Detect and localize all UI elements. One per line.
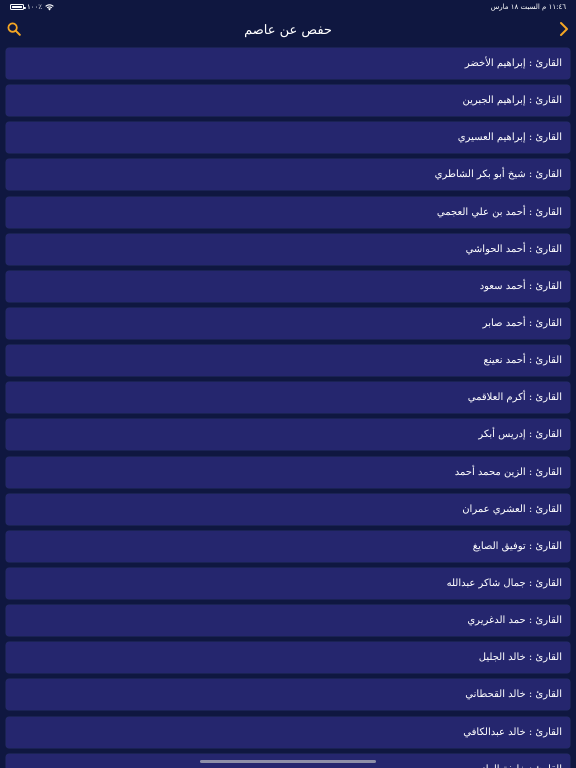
- back-button[interactable]: [556, 20, 572, 38]
- list-item-label: القارئ : أحمد بن علي العجمي: [436, 206, 562, 218]
- list-item[interactable]: القارئ : أحمد سعود: [6, 270, 570, 302]
- list-item-label: القارئ : إدريس أبكر: [478, 429, 562, 441]
- home-indicator[interactable]: [200, 760, 376, 763]
- list-item[interactable]: القارئ : الزين محمد أحمد: [6, 456, 570, 488]
- list-item-label: القارئ : أحمد الحواشي: [465, 243, 562, 255]
- list-item[interactable]: القارئ : أحمد نعينع: [6, 345, 570, 377]
- list-item-label: القارئ : إبراهيم الأخضر: [464, 58, 562, 69]
- battery-percent: ١٠٠٪: [27, 3, 43, 11]
- list-item[interactable]: القارئ : خالد عبدالكافي: [6, 716, 570, 748]
- battery-icon: [10, 4, 26, 10]
- list-item-label: القارئ : خالد عبدالكافي: [463, 726, 562, 738]
- list-item[interactable]: القارئ : توفيق الصايغ: [6, 530, 570, 562]
- status-bar: ١٠٠٪ ١١:٤٦ م السبت ١٨ مارس: [0, 0, 576, 14]
- list-item[interactable]: القارئ : خالد الجليل: [6, 642, 570, 674]
- wifi-icon: [45, 3, 54, 10]
- list-item-label: القارئ : أحمد صابر: [482, 317, 562, 329]
- battery-fill: [12, 6, 22, 8]
- list-item[interactable]: القارئ : خالد القحطاني: [6, 679, 570, 711]
- list-item-label: القارئ : خالد الجليل: [478, 652, 562, 664]
- list-item-label: القارئ : إبراهيم العسيري: [457, 132, 562, 144]
- list-item[interactable]: القارئ : إدريس أبكر: [6, 419, 570, 451]
- search-button[interactable]: [6, 21, 22, 37]
- list-item-label: القارئ : أحمد سعود: [479, 280, 562, 292]
- list-item[interactable]: القارئ : أحمد الحواشي: [6, 233, 570, 265]
- list-item[interactable]: القارئ : إبراهيم الأخضر: [6, 48, 570, 79]
- list-item[interactable]: القارئ : إبراهيم الجبرين: [6, 85, 570, 117]
- list-item[interactable]: القارئ : إبراهيم العسيري: [6, 122, 570, 154]
- list-item-label: القارئ : الزين محمد أحمد: [454, 466, 562, 478]
- list-item[interactable]: القارئ : أكرم العلاقمي: [6, 382, 570, 414]
- list-item-label: القارئ : جمال شاكر عبدالله: [446, 577, 562, 589]
- list-item-label: القارئ : العشري عمران: [462, 503, 562, 515]
- list-item-label: القارئ : إبراهيم الجبرين: [462, 95, 562, 107]
- list-item[interactable]: القارئ : حمد الدغريري: [6, 605, 570, 637]
- list-item[interactable]: القارئ : أحمد بن علي العجمي: [6, 196, 570, 228]
- list-item[interactable]: القارئ : العشري عمران: [6, 493, 570, 525]
- nav-bar: حفص عن عاصم: [0, 14, 576, 46]
- search-icon: [7, 22, 21, 36]
- list-item-label: القارئ : شيخ أبو بكر الشاطري: [434, 169, 562, 181]
- list-item-label: القارئ : خالد القحطاني: [465, 689, 562, 701]
- page-title: حفص عن عاصم: [244, 22, 332, 38]
- reciter-list: القارئ : إبراهيم الأخضر القارئ : إبراهيم …: [6, 48, 570, 768]
- status-datetime: ١١:٤٦ م السبت ١٨ مارس: [490, 3, 566, 11]
- list-item[interactable]: القارئ : أحمد صابر: [6, 307, 570, 339]
- list-item-label: القارئ : خليفة الطنيجي: [465, 764, 562, 768]
- list-item-label: القارئ : توفيق الصايغ: [472, 540, 562, 552]
- list-item-label: القارئ : حمد الدغريري: [467, 615, 562, 627]
- list-item-label: القارئ : أكرم العلاقمي: [467, 392, 562, 404]
- chevron-right-icon: [560, 22, 568, 36]
- list-item-label: القارئ : أحمد نعينع: [483, 355, 562, 367]
- list-item[interactable]: القارئ : شيخ أبو بكر الشاطري: [6, 159, 570, 191]
- list-item[interactable]: القارئ : جمال شاكر عبدالله: [6, 567, 570, 599]
- status-left: ١٠٠٪: [10, 3, 54, 11]
